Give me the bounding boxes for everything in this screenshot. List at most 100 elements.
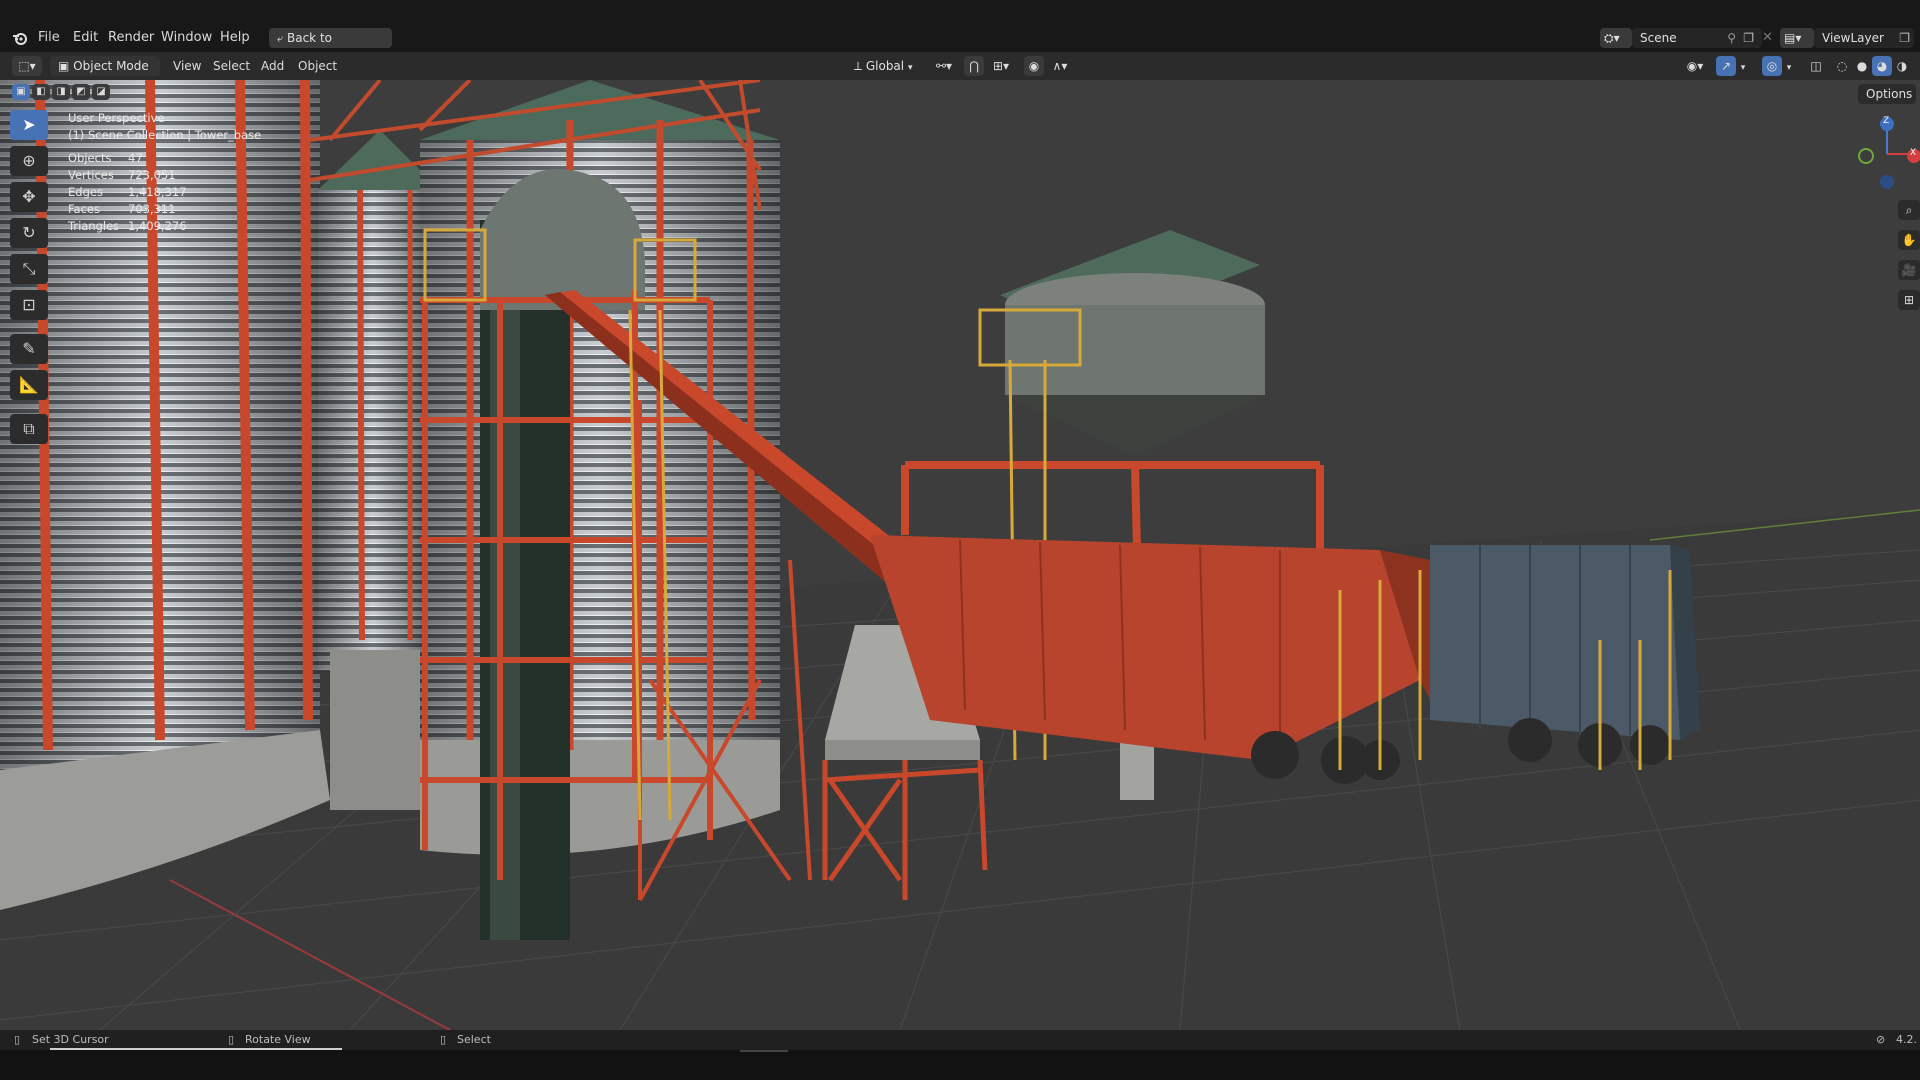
stat-label: Objects [68,151,112,165]
snap-toggle[interactable]: ⋂ [964,56,984,76]
delete-scene-icon[interactable]: ✕ [1762,28,1773,48]
rendered-sphere-icon: ◑ [1896,59,1908,73]
falloff-curve-icon: ∧▾ [1052,59,1068,73]
editor-type-icon: ⬚▾ [18,59,36,73]
menu-file[interactable]: File [38,28,60,48]
transform-icon: ⊡ [22,295,36,314]
mode-selector[interactable]: ▣ Object Mode ▾ [50,56,160,93]
zoom-icon[interactable]: ⌕ [1898,200,1920,220]
snap-target-button[interactable]: ⊞▾ [986,56,1016,76]
3d-viewport[interactable]: ▣ ◧ ◨ ◩ ◪ ➤ ⊕ ✥ ↻ ⤡ ⊡ ✎ 📐 ⧉ User Perspec… [0,80,1920,1030]
options-label: Options [1866,87,1913,101]
stat-value: 1,409,276 [128,219,187,233]
gizmo-icon: ↗ [1720,59,1732,73]
transform-tool[interactable]: ⊡ [10,290,48,320]
stat-value: 47 [128,151,143,165]
pivot-icon: ⚯▾ [935,59,953,73]
version-label: 4.2. [1896,1033,1917,1046]
status-select: Select [457,1033,491,1046]
scene-selector-button[interactable]: ⛭▾ [1600,28,1632,48]
menu-select[interactable]: Select [213,56,250,76]
select-mode-intersect-icon[interactable]: ◪ [92,84,110,100]
view-name: User Perspective [68,111,165,125]
menu-object[interactable]: Object [298,56,337,76]
select-mode-extend-icon[interactable]: ◧ [32,84,50,100]
navigation-gizmo[interactable]: Z X [1850,110,1920,190]
chevron-down-icon: ▾ [1786,63,1792,73]
shading-solid[interactable]: ● [1852,56,1872,76]
eye-icon: ◉▾ [1686,59,1704,73]
stat-value: 1,418,317 [128,185,187,199]
scale-tool[interactable]: ⤡ [10,254,48,284]
gizmo-dropdown[interactable]: ▾ [1736,56,1750,76]
new-viewlayer-icon[interactable]: ❐ [1899,28,1910,48]
viewlayer-selector-button[interactable]: ▤▾ [1780,28,1814,48]
select-mode-invert-icon[interactable]: ◩ [72,84,90,100]
shading-rendered[interactable]: ◑ [1892,56,1912,76]
perspective-grid-icon[interactable]: ⊞ [1898,290,1920,310]
back-icon: ⤶ [277,32,284,45]
stat-label: Faces [68,202,100,216]
overlays-toggle[interactable]: ◎ [1762,56,1782,76]
menu-add[interactable]: Add [261,56,284,76]
pan-hand-icon[interactable]: ✋ [1898,230,1920,250]
pivot-point-button[interactable]: ⚯▾ [930,56,958,76]
overlays-dropdown[interactable]: ▾ [1782,56,1796,76]
scene-icon: ⛭▾ [1604,31,1620,45]
menu-help[interactable]: Help [220,28,250,48]
camera-icon[interactable]: 🎥 [1898,260,1920,280]
rotate-icon: ↻ [22,223,36,242]
crosshair-icon: ⊕ [22,151,36,170]
select-mode-new-icon[interactable]: ▣ [12,84,30,100]
annotate-tool[interactable]: ✎ [10,334,48,364]
move-tool[interactable]: ✥ [10,182,48,212]
measure-tool[interactable]: 📐 [10,370,48,400]
viewlayer-field[interactable]: ViewLayer ❐ [1814,28,1914,48]
object-mode-icon: ▣ [58,59,70,73]
menu-edit[interactable]: Edit [73,28,98,48]
stat-row: Edges 1,418,317 [68,184,261,201]
stat-value: 703,311 [128,202,176,216]
menu-render[interactable]: Render [108,28,154,48]
stat-row: Objects 47 [68,150,261,167]
menu-window[interactable]: Window [161,28,212,48]
gizmo-toggle[interactable]: ↗ [1716,56,1736,76]
gizmo-z-label: Z [1883,116,1890,126]
mode-label: Object Mode [73,59,149,73]
gizmo-x-label: X [1910,148,1917,158]
xray-toggle[interactable]: ◫ [1806,56,1826,76]
menu-view[interactable]: View [173,56,201,76]
shading-material[interactable]: ◕ [1872,56,1892,76]
visibility-selectability-button[interactable]: ◉▾ [1680,56,1710,76]
add-cube-tool[interactable]: ⧉ [10,414,48,444]
falloff-button[interactable]: ∧▾ [1046,56,1074,76]
options-button[interactable]: Options [1858,84,1916,104]
status-set-3d-cursor: Set 3D Cursor [32,1033,109,1046]
xray-icon: ◫ [1810,59,1822,73]
mouse-right-icon: ▯ [440,1033,447,1046]
scene-name: Scene [1640,31,1677,45]
blender-logo-icon[interactable] [12,28,28,48]
proportional-edit-icon: ◉ [1028,59,1040,73]
viewport-overlay-text: User Perspective (1) Scene Collection | … [68,110,261,235]
select-mode-subtract-icon[interactable]: ◨ [52,84,70,100]
shading-wireframe[interactable]: ◌ [1832,56,1852,76]
pencil-icon: ✎ [22,339,36,358]
select-box-tool[interactable]: ➤ [10,110,48,140]
transform-orientation-selector[interactable]: ⟂ Global ▾ [846,56,924,76]
overlays-icon: ◎ [1766,59,1778,73]
editor-type-button[interactable]: ⬚▾ [12,56,42,76]
back-to-previous-button[interactable]: ⤶ Back to Previous [269,28,392,66]
scene-field[interactable]: Scene ⚲ ❐ [1632,28,1762,48]
pin-icon[interactable]: ⚲ [1727,28,1736,48]
proportional-edit-toggle[interactable]: ◉ [1024,56,1044,76]
stat-value: 723,051 [128,168,176,182]
rotate-tool[interactable]: ↻ [10,218,48,248]
viewlayer-name: ViewLayer [1822,31,1884,45]
new-scene-icon[interactable]: ❐ [1743,28,1754,48]
stat-label: Triangles [68,219,120,233]
cursor-tool[interactable]: ⊕ [10,146,48,176]
bottom-margin [0,1050,1920,1080]
orientation-label: Global [865,59,905,73]
stat-row: Vertices 723,051 [68,167,261,184]
